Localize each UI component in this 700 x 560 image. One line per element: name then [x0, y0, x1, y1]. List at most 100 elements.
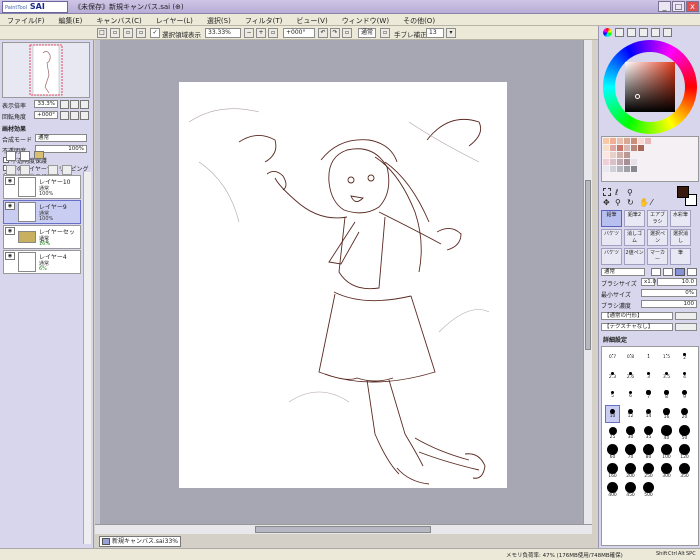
tool-airbrush[interactable]: エアブラシ [647, 210, 668, 227]
brush-size-preset[interactable]: 450 [624, 482, 637, 498]
nav-rotate-right-icon[interactable] [70, 111, 79, 120]
layer-scrollbar[interactable] [83, 172, 91, 544]
layer-item-selected[interactable]: ◉ レイヤー9 通常 100% [3, 200, 81, 224]
color-square[interactable] [625, 62, 675, 112]
brush-size-preset[interactable]: 25 [606, 425, 619, 441]
brush-size-preset[interactable]: 2.3 [606, 368, 619, 384]
layer-item[interactable]: ◉ レイヤー10 通常 100% [3, 175, 81, 199]
maximize-button[interactable]: □ [672, 1, 685, 12]
menu-file[interactable]: ファイル(F) [0, 14, 52, 25]
brush-size-preset[interactable]: 30 [624, 425, 637, 441]
move-icon[interactable]: ✥ [603, 198, 610, 207]
brush-size-preset[interactable]: 10 [605, 405, 620, 423]
brush-size-preset[interactable]: 3 [642, 368, 655, 384]
eye-icon[interactable]: ◉ [5, 227, 15, 235]
hsv-slider-icon[interactable] [627, 28, 636, 37]
brush-size-preset[interactable]: 8 [660, 387, 673, 403]
stabilizer-dropdown-icon[interactable]: ▾ [446, 28, 456, 38]
menu-canvas[interactable]: キャンバス(C) [89, 14, 148, 25]
brush-size-preset[interactable]: 20 [678, 406, 691, 422]
lasso-icon[interactable]: ℓ [615, 188, 618, 197]
rotate-left-icon[interactable]: ↶ [318, 28, 328, 38]
rect-select-icon[interactable] [603, 188, 611, 196]
brush-shape-select[interactable]: 【通常の円形】 [601, 312, 673, 320]
brush-size-preset[interactable]: 250 [642, 463, 655, 479]
horizontal-scroll-thumb[interactable] [255, 526, 431, 533]
tool-pencil2[interactable]: 鉛筆2 [624, 210, 645, 227]
blend-mode-field[interactable]: 通常 [358, 28, 376, 38]
swatch-grid[interactable] [601, 136, 699, 182]
brush-size-preset[interactable]: 400 [606, 482, 619, 498]
brush-size-preset[interactable]: 200 [624, 463, 637, 479]
new-vector-layer-icon[interactable] [20, 151, 30, 161]
brush-size-preset[interactable]: 7 [642, 387, 655, 403]
rgb-slider-icon[interactable] [615, 28, 624, 37]
layer-item[interactable]: ◉ レイヤー4 通常 6% [3, 250, 81, 274]
tool-watercolor[interactable]: 水彩筆 [670, 210, 691, 227]
brush-size-preset[interactable]: 16 [660, 406, 673, 422]
foreground-color[interactable] [677, 186, 689, 198]
eye-icon[interactable]: ◉ [5, 252, 15, 260]
brush-size-preset[interactable]: 9 [678, 387, 691, 403]
eyedropper-icon[interactable]: ⁄ [651, 198, 652, 207]
brush-size-preset[interactable]: 12 [624, 406, 637, 422]
color-picker-cursor[interactable] [635, 94, 640, 99]
toolbar-icon-2[interactable]: ▫ [110, 28, 120, 38]
toolbar-icon-4[interactable]: ▫ [136, 28, 146, 38]
rotate-right-icon[interactable]: ↷ [330, 28, 340, 38]
zoom-tool-icon[interactable]: ⚲ [615, 198, 621, 207]
brush-size-preset[interactable]: 4 [678, 368, 691, 384]
document-tab[interactable]: 新規キャンバス.sai 33% [99, 536, 181, 547]
nav-zoom-in-icon[interactable] [70, 100, 79, 109]
zoom-value[interactable]: 33.3% [34, 100, 58, 108]
brush-blend-mode-select[interactable]: 通常 [601, 268, 645, 276]
tool-select-eraser[interactable]: 選択消し [670, 229, 691, 246]
edge-hard-icon[interactable] [675, 268, 685, 276]
tool-marker[interactable]: マーカー [647, 248, 668, 265]
nav-zoom-reset-icon[interactable] [80, 100, 89, 109]
menu-window[interactable]: ウィンドウ(W) [335, 14, 396, 25]
minimize-button[interactable]: _ [658, 1, 671, 12]
flip-icon[interactable]: ▫ [380, 28, 390, 38]
eye-icon[interactable]: ◉ [5, 177, 15, 185]
brush-size-preset[interactable]: 70 [624, 444, 637, 460]
brush-texture-strength[interactable] [675, 323, 697, 331]
deselect-icon[interactable]: □ [97, 28, 107, 38]
tool-brush[interactable]: 筆 [670, 248, 691, 265]
texture-label[interactable]: 画材効果 [2, 124, 26, 133]
brush-size-preset[interactable]: 35 [642, 425, 655, 441]
menu-layer[interactable]: レイヤー(L) [149, 14, 200, 25]
rotation-value[interactable]: +000° [34, 111, 58, 119]
edge-soft-icon[interactable] [651, 268, 661, 276]
edge-sharp-icon[interactable] [687, 268, 697, 276]
brush-size-slider[interactable]: 10.0 [657, 278, 697, 286]
menu-edit[interactable]: 編集(E) [52, 14, 90, 25]
tool-select-pen[interactable]: 選択ペン [647, 229, 668, 246]
swatches-icon[interactable] [651, 28, 660, 37]
brush-size-preset[interactable]: 80 [642, 444, 655, 460]
brush-size-preset[interactable]: 5 [606, 387, 619, 403]
detail-settings-toggle[interactable]: 詳細設定 [603, 335, 627, 344]
tool-eraser[interactable]: 消しゴム [624, 229, 645, 246]
zoom-reset-icon[interactable]: ▫ [268, 28, 278, 38]
rotate-reset-icon[interactable]: ▫ [342, 28, 352, 38]
magic-wand-icon[interactable]: ⚲ [627, 188, 633, 197]
brush-size-preset[interactable]: 2.6 [624, 368, 637, 384]
menu-other[interactable]: その他(O) [396, 14, 442, 25]
brush-shape-strength[interactable] [675, 312, 697, 320]
brush-size-preset[interactable]: 1 [642, 349, 655, 365]
brush-size-preset[interactable]: 120 [678, 444, 691, 460]
transfer-down-icon[interactable] [6, 165, 16, 175]
brush-size-preset[interactable]: 1.5 [660, 349, 673, 365]
zoom-out-icon[interactable]: − [244, 28, 254, 38]
hand-icon[interactable]: ✋ [639, 198, 649, 207]
min-size-slider[interactable]: 0% [641, 289, 697, 297]
canvas-area[interactable] [95, 40, 592, 524]
menu-select[interactable]: 選択(S) [200, 14, 238, 25]
edge-medium-icon[interactable] [663, 268, 673, 276]
menu-view[interactable]: ビュー(V) [289, 14, 334, 25]
density-slider[interactable]: 100 [641, 300, 697, 308]
brush-size-preset[interactable]: 160 [606, 463, 619, 479]
brush-size-grid[interactable]: 0.7 0.8 1 1.5 2 2.3 2.6 3 3.5 4 5 6 7 8 9 10 12 14 16 20 25 3… [601, 346, 699, 546]
scratchpad-icon[interactable] [663, 28, 672, 37]
